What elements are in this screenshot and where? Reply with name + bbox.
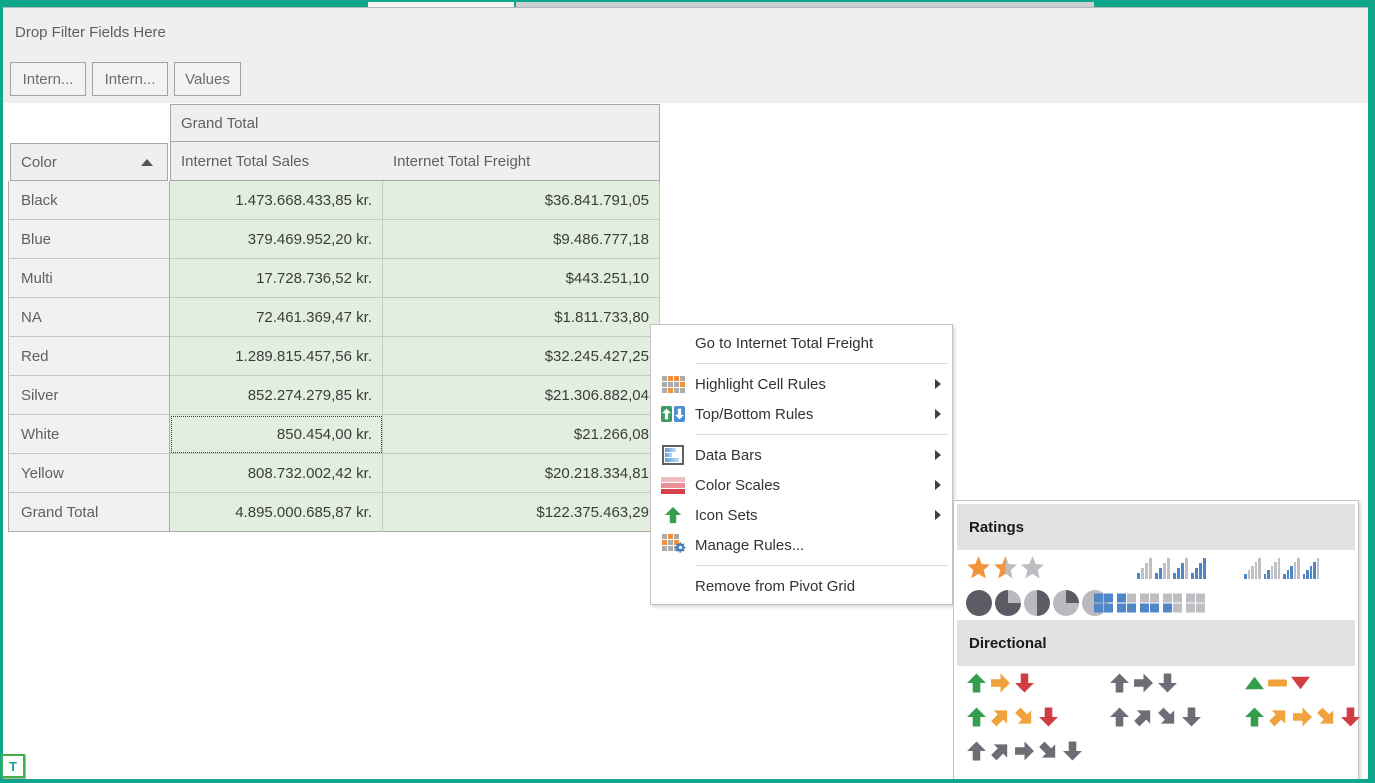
menu-item-data-bars[interactable]: Data Bars: [651, 440, 952, 470]
column-header-internet-total-sales[interactable]: Internet Total Sales: [170, 141, 384, 181]
directional-section-header: Directional: [957, 620, 1355, 666]
icon-set-3-stars[interactable]: [966, 556, 1045, 580]
cell-red-sales[interactable]: 1.289.815.457,56 kr.: [170, 337, 383, 376]
filter-fields-area[interactable]: Drop Filter Fields Here Intern... Intern…: [3, 8, 1368, 103]
gear-icon: [674, 541, 687, 559]
icon-set-4-arrows-gray[interactable]: [1109, 707, 1202, 728]
context-menu: Go to Internet Total Freight Highlight C…: [650, 324, 953, 605]
submenu-arrow-icon: [935, 510, 941, 520]
ratings-section-header: Ratings: [957, 504, 1355, 550]
icon-set-3-triangles[interactable]: [1244, 673, 1311, 694]
menu-item-icon-sets[interactable]: Icon Sets: [651, 500, 952, 530]
cell-grand-total-freight[interactable]: $122.375.463,29: [383, 493, 660, 532]
pie-half-icon: [1024, 590, 1050, 616]
frame-underline: [0, 7, 1375, 8]
cell-black-sales[interactable]: 1.473.668.433,85 kr.: [170, 181, 383, 220]
submenu-arrow-icon: [935, 379, 941, 389]
cell-blue-freight[interactable]: $9.486.777,18: [383, 220, 660, 259]
pivot-grid-app-window: Drop Filter Fields Here Intern... Intern…: [0, 0, 1375, 783]
menu-item-manage-rules[interactable]: Manage Rules...: [651, 530, 952, 560]
screenshot-tool-logo: T: [1, 754, 25, 778]
cell-red-freight[interactable]: $32.245.427,25: [383, 337, 660, 376]
menu-item-highlight-cell-rules[interactable]: Highlight Cell Rules: [651, 369, 952, 399]
dash-icon: [1268, 680, 1287, 687]
cell-white-freight[interactable]: $21.266,08: [383, 415, 660, 454]
window-frame-left: [0, 0, 3, 783]
pie-quarter-icon: [1053, 590, 1079, 616]
menu-item-top-bottom-rules[interactable]: Top/Bottom Rules: [651, 399, 952, 429]
data-bars-icon: [660, 443, 686, 467]
sort-ascending-icon: [141, 159, 153, 166]
pie-three-quarter-icon: [995, 590, 1021, 616]
icon-set-5-arrows-gray[interactable]: [966, 741, 1083, 762]
top-bottom-rules-icon: [660, 402, 686, 426]
row-field-label: Color: [21, 154, 57, 171]
row-header-yellow[interactable]: Yellow: [8, 454, 170, 493]
cell-yellow-freight[interactable]: $20.218.334,81: [383, 454, 660, 493]
menu-item-go-to-internet-total-freight[interactable]: Go to Internet Total Freight: [651, 328, 952, 358]
row-header-multi[interactable]: Multi: [8, 259, 170, 298]
cell-blue-sales[interactable]: 379.469.952,20 kr.: [170, 220, 383, 259]
icon-set-5-ratings[interactable]: [1244, 557, 1319, 579]
icon-set-5-boxes[interactable]: [1094, 594, 1205, 613]
color-scales-icon: [660, 473, 686, 497]
icon-sets-icon: [660, 503, 686, 527]
cell-yellow-sales[interactable]: 808.732.002,42 kr.: [170, 454, 383, 493]
submenu-arrow-icon: [935, 450, 941, 460]
background-tab-strip-gray: [516, 2, 1094, 7]
window-frame-bottom: [0, 779, 1375, 783]
background-tab-strip-light: [368, 2, 514, 7]
icon-set-3-arrows-colored[interactable]: [966, 673, 1035, 694]
submenu-arrow-icon: [935, 409, 941, 419]
menu-separator: [695, 363, 948, 364]
cell-multi-freight[interactable]: $443.251,10: [383, 259, 660, 298]
pie-full-icon: [966, 590, 992, 616]
manage-rules-icon: [660, 533, 686, 557]
row-header-blue[interactable]: Blue: [8, 220, 170, 259]
row-header-na[interactable]: NA: [8, 298, 170, 337]
values-field-button[interactable]: Values: [174, 62, 241, 96]
column-header-grand-total[interactable]: Grand Total: [170, 104, 660, 142]
logo-letter: T: [9, 759, 17, 774]
highlight-cell-rules-icon: [660, 372, 686, 396]
drop-filter-fields-label: Drop Filter Fields Here: [15, 24, 166, 41]
cell-na-sales[interactable]: 72.461.369,47 kr.: [170, 298, 383, 337]
menu-item-remove-from-pivot-grid[interactable]: Remove from Pivot Grid: [651, 571, 952, 601]
data-field-button-1[interactable]: Intern...: [10, 62, 86, 96]
cell-grand-total-sales[interactable]: 4.895.000.685,87 kr.: [170, 493, 383, 532]
submenu-arrow-icon: [935, 480, 941, 490]
icon-sets-gallery-popup: Ratings: [953, 500, 1359, 780]
row-header-red[interactable]: Red: [8, 337, 170, 376]
icon-set-5-quarters[interactable]: [966, 590, 1108, 616]
row-header-white[interactable]: White: [8, 415, 170, 454]
icon-set-3-arrows-gray[interactable]: [1109, 673, 1178, 694]
cell-silver-sales[interactable]: 852.274.279,85 kr.: [170, 376, 383, 415]
window-frame-right: [1368, 0, 1375, 783]
cell-black-freight[interactable]: $36.841.791,05: [383, 181, 660, 220]
menu-separator: [695, 434, 948, 435]
menu-item-color-scales[interactable]: Color Scales: [651, 470, 952, 500]
icon-set-4-ratings[interactable]: [1137, 557, 1206, 579]
row-header-silver[interactable]: Silver: [8, 376, 170, 415]
row-header-black[interactable]: Black: [8, 181, 170, 220]
icon-set-5-arrows-colored[interactable]: [1244, 707, 1361, 728]
cell-silver-freight[interactable]: $21.306.882,04: [383, 376, 660, 415]
data-field-button-2[interactable]: Intern...: [92, 62, 168, 96]
row-header-grand-total[interactable]: Grand Total: [8, 493, 170, 532]
menu-separator: [695, 565, 948, 566]
row-field-header-color[interactable]: Color: [10, 143, 168, 181]
cell-na-freight[interactable]: $1.811.733,80: [383, 298, 660, 337]
column-header-internet-total-freight[interactable]: Internet Total Freight: [383, 141, 660, 181]
cell-multi-sales[interactable]: 17.728.736,52 kr.: [170, 259, 383, 298]
icon-set-4-arrows-colored[interactable]: [966, 707, 1059, 728]
cell-white-sales-focused[interactable]: 850.454,00 kr.: [170, 415, 383, 454]
